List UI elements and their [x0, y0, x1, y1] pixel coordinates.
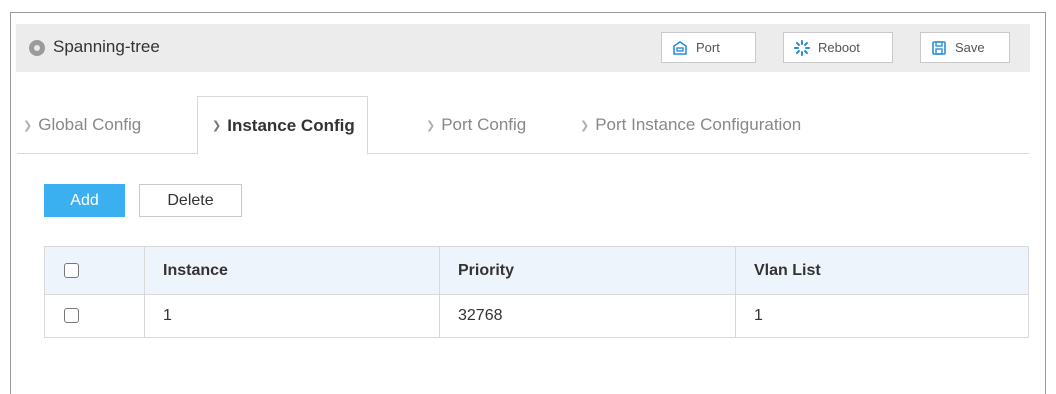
- tab-label: Instance Config: [227, 115, 355, 135]
- page-header: Spanning-tree Port Reboot Save: [16, 24, 1030, 72]
- tab-global-config[interactable]: ❯ Global Config: [23, 96, 141, 154]
- tab-instance-config[interactable]: ❯ Instance Config: [197, 96, 368, 155]
- instance-table: Instance Priority Vlan List 1 32768 1: [44, 246, 1029, 338]
- port-icon: [672, 40, 688, 56]
- add-button[interactable]: Add: [44, 184, 125, 217]
- reboot-button[interactable]: Reboot: [783, 32, 893, 63]
- row-select-cell: [44, 294, 145, 338]
- save-icon: [931, 40, 947, 56]
- cell-instance: 1: [144, 294, 440, 338]
- select-all-cell: [44, 246, 145, 295]
- port-button-label: Port: [696, 40, 720, 55]
- tab-port-instance-configuration[interactable]: ❯ Port Instance Configuration: [580, 96, 801, 154]
- page-title: Spanning-tree: [53, 37, 160, 56]
- chevron-right-icon: ❯: [23, 119, 33, 132]
- port-button[interactable]: Port: [661, 32, 756, 63]
- table-row[interactable]: 1 32768 1: [44, 294, 1029, 338]
- row-checkbox[interactable]: [64, 308, 79, 324]
- circle-icon: [29, 40, 45, 56]
- select-all-checkbox[interactable]: [64, 262, 79, 278]
- column-header-instance[interactable]: Instance: [144, 246, 440, 295]
- reboot-icon: [794, 39, 810, 56]
- tab-label: Global Config: [38, 115, 142, 134]
- chevron-right-icon: ❯: [426, 119, 436, 132]
- tab-port-config[interactable]: ❯ Port Config: [426, 96, 526, 154]
- chevron-right-icon: ❯: [212, 120, 222, 132]
- tab-label: Port Instance Configuration: [595, 115, 802, 134]
- delete-button[interactable]: Delete: [139, 184, 242, 217]
- table-header-row: Instance Priority Vlan List: [44, 246, 1029, 295]
- column-header-vlan-list[interactable]: Vlan List: [735, 246, 1029, 295]
- save-button-label: Save: [955, 40, 985, 55]
- reboot-button-label: Reboot: [818, 40, 860, 55]
- chevron-right-icon: ❯: [580, 119, 590, 132]
- cell-priority: 32768: [439, 294, 736, 338]
- cell-vlan-list: 1: [735, 294, 1029, 338]
- tab-bar: ❯ Global Config ❯ Instance Config ❯ Port…: [17, 96, 1029, 155]
- column-header-priority[interactable]: Priority: [439, 246, 736, 295]
- save-button[interactable]: Save: [920, 32, 1010, 63]
- tab-label: Port Config: [441, 115, 527, 134]
